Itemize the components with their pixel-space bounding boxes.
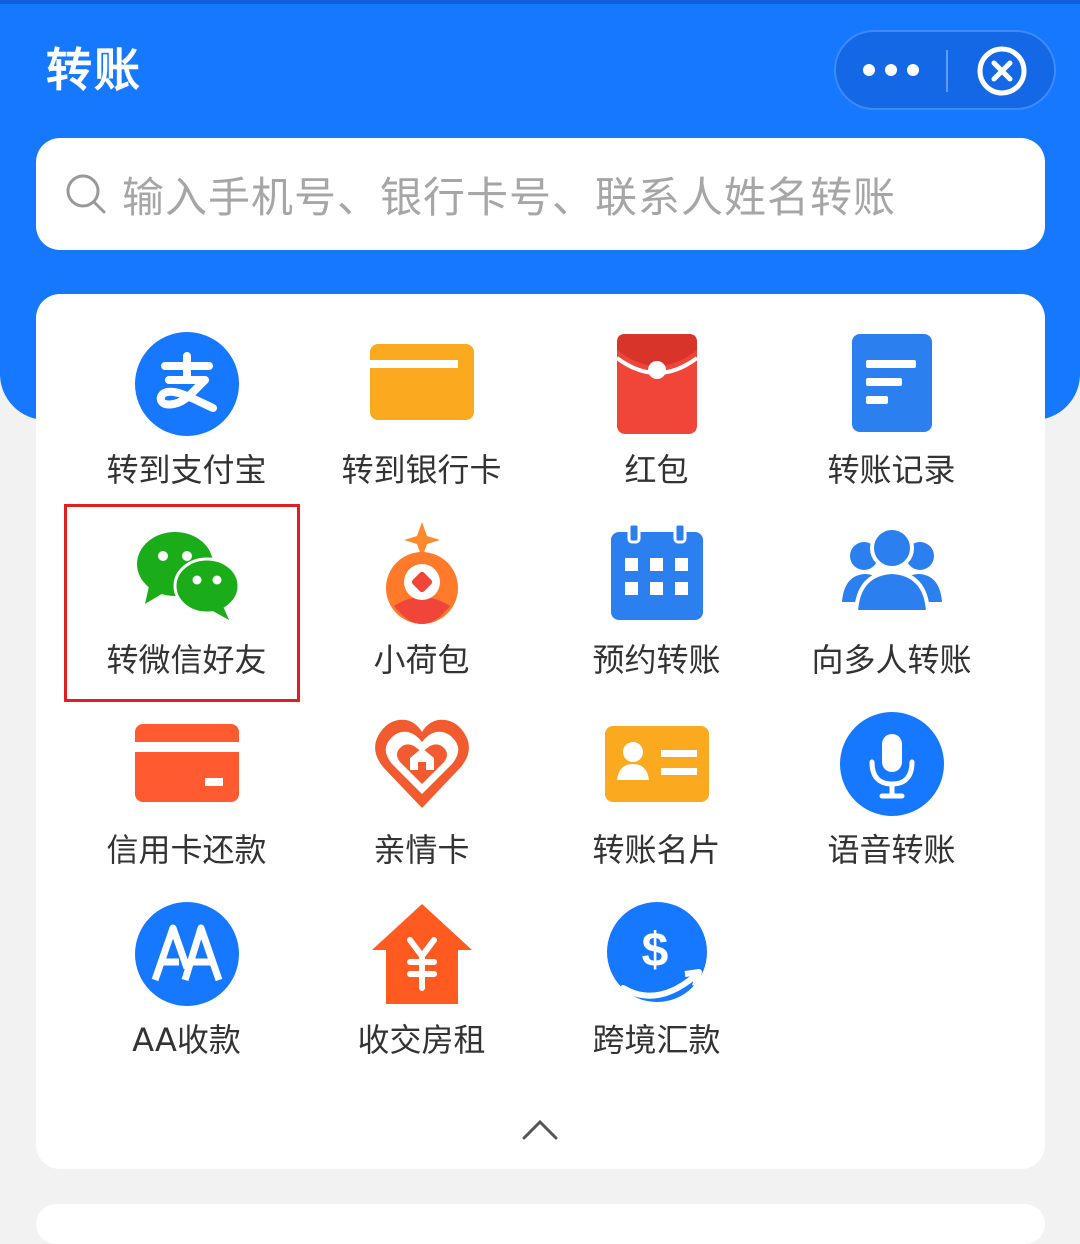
grid-item-label: 亲情卡: [373, 831, 470, 869]
grid-item-label: AA收款: [132, 1021, 241, 1059]
alipay-icon: [135, 332, 239, 436]
search-icon: [66, 174, 106, 214]
bank-card-icon: [370, 344, 474, 420]
grid-item-red-packet[interactable]: 红包: [539, 332, 774, 507]
more-dot-icon: [885, 64, 897, 76]
close-icon[interactable]: [976, 45, 1028, 97]
microphone-icon: [840, 712, 944, 816]
more-dot-icon: [863, 64, 875, 76]
rent-house-icon: [372, 904, 472, 1004]
search-bar[interactable]: 输入手机号、银行卡号、联系人姓名转账: [36, 138, 1045, 250]
more-options-button[interactable]: [836, 32, 946, 108]
grid-item-label: 转到支付宝: [106, 451, 267, 489]
credit-card-icon: [135, 724, 239, 802]
grid-item-multi-transfer[interactable]: 向多人转账: [774, 522, 1009, 697]
page-title: 转账: [46, 43, 142, 97]
svg-text:$: $: [642, 924, 669, 977]
next-card: [36, 1204, 1045, 1244]
calendar-icon: [611, 522, 703, 620]
grid-item-scheduled-transfer[interactable]: 预约转账: [539, 522, 774, 697]
grid-item-label: 信用卡还款: [106, 831, 267, 869]
grid-item-family-card[interactable]: 亲情卡: [304, 712, 539, 887]
cross-border-icon: $: [607, 902, 707, 1002]
capsule-divider: [946, 50, 948, 92]
grid-item-cross-border[interactable]: $ 跨境汇款: [539, 902, 774, 1077]
purse-icon: [386, 522, 458, 624]
more-dot-icon: [907, 64, 919, 76]
grid-item-alipay[interactable]: 转到支付宝: [69, 332, 304, 507]
red-packet-icon: [615, 334, 699, 434]
search-placeholder: 输入手机号、银行卡号、联系人姓名转账: [122, 172, 897, 222]
grid-item-label: 转账名片: [592, 831, 721, 869]
family-heart-icon: [375, 719, 469, 808]
grid-item-label: 转到银行卡: [341, 451, 502, 489]
grid-item-label: 语音转账: [827, 831, 956, 869]
business-card-icon: [605, 726, 709, 802]
grid-item-label: 转账记录: [827, 451, 956, 489]
grid-item-label: 跨境汇款: [592, 1021, 721, 1059]
record-icon: [852, 334, 932, 432]
function-card: 转到支付宝 转到银行卡 红包 转账记录 转微信好友 小荷包 预约转账 向多人转账…: [36, 294, 1045, 1169]
grid-item-transfer-card[interactable]: 转账名片: [539, 712, 774, 887]
grid-item-bank-card[interactable]: 转到银行卡: [304, 332, 539, 507]
grid-item-voice-transfer[interactable]: 语音转账: [774, 712, 1009, 887]
grid-item-credit-card[interactable]: 信用卡还款: [69, 712, 304, 887]
grid-item-label: 小荷包: [373, 641, 470, 679]
group-icon: [842, 526, 942, 614]
grid-item-label: 红包: [624, 451, 689, 489]
grid-item-rent[interactable]: 收交房租: [304, 902, 539, 1077]
grid-item-label: 向多人转账: [811, 641, 972, 679]
highlight-frame: [64, 504, 300, 702]
mini-program-capsule: [834, 30, 1056, 110]
grid-item-label: 预约转账: [592, 641, 721, 679]
chevron-up-icon[interactable]: [520, 1118, 560, 1142]
grid-item-aa-collection[interactable]: AA收款: [69, 902, 304, 1077]
aa-icon: [135, 902, 239, 1006]
grid-item-transfer-record[interactable]: 转账记录: [774, 332, 1009, 507]
grid-item-purse[interactable]: 小荷包: [304, 522, 539, 697]
grid-item-label: 收交房租: [357, 1021, 486, 1059]
